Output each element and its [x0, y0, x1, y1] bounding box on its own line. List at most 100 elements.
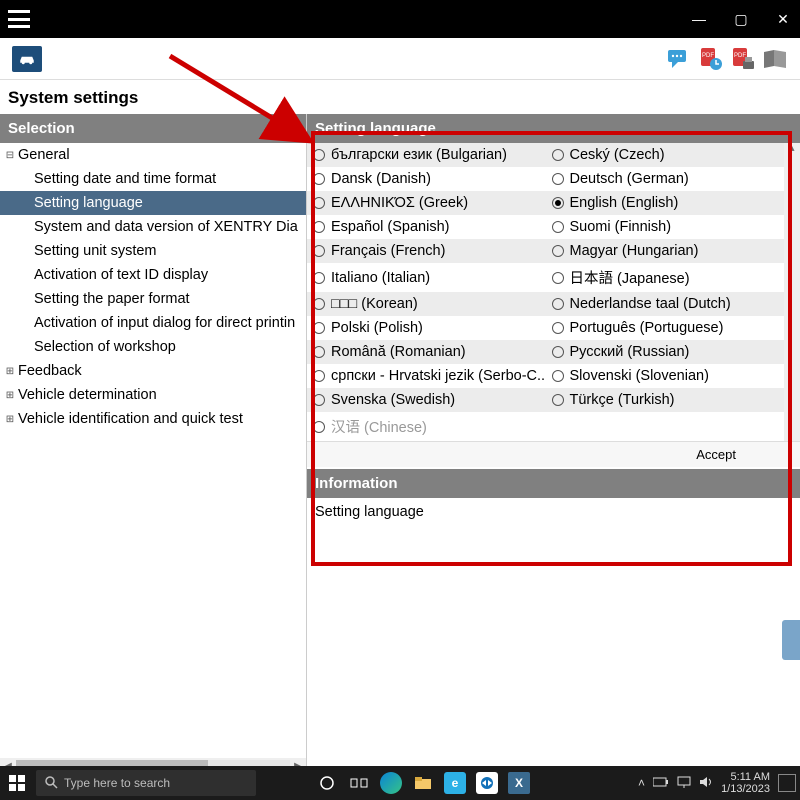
- radio-icon[interactable]: [552, 298, 564, 310]
- file-explorer-icon[interactable]: [412, 772, 434, 794]
- svg-text:PDF: PDF: [734, 53, 746, 59]
- tray-network-icon[interactable]: [677, 776, 691, 791]
- radio-icon[interactable]: [552, 322, 564, 334]
- language-label: Português (Portuguese): [570, 320, 724, 336]
- radio-icon[interactable]: [552, 173, 564, 185]
- car-icon[interactable]: [12, 46, 42, 72]
- vertical-scrollbar[interactable]: ▴: [784, 143, 800, 441]
- accept-button[interactable]: Accept: [688, 445, 744, 464]
- tree-item[interactable]: ⊟General: [0, 143, 306, 167]
- tray-chevron-up-icon[interactable]: ˄: [638, 776, 645, 790]
- tree-item[interactable]: Setting date and time format: [0, 167, 306, 191]
- tree-expander-icon[interactable]: ⊞: [4, 366, 16, 377]
- language-option[interactable]: български език (Bulgarian): [307, 143, 546, 167]
- language-option[interactable]: Italiano (Italian): [307, 263, 546, 292]
- taskbar-search[interactable]: Type here to search: [36, 770, 256, 796]
- language-option[interactable]: Ceský (Czech): [546, 143, 785, 167]
- radio-icon[interactable]: [552, 197, 564, 209]
- tree-expander-icon[interactable]: ⊞: [4, 390, 16, 401]
- tree-expander-icon[interactable]: ⊟: [4, 150, 16, 161]
- language-label: Türkçe (Turkish): [570, 392, 675, 408]
- tree-item[interactable]: Setting unit system: [0, 239, 306, 263]
- tree-item-label: System and data version of XENTRY Dia: [34, 219, 298, 235]
- language-option[interactable]: Português (Portuguese): [546, 316, 785, 340]
- language-option[interactable]: Polski (Polish): [307, 316, 546, 340]
- book-icon[interactable]: [762, 46, 788, 72]
- cortana-icon[interactable]: [316, 772, 338, 794]
- language-option[interactable]: ΕΛΛΗΝΙΚΌΣ (Greek): [307, 191, 546, 215]
- radio-icon[interactable]: [313, 370, 325, 382]
- tree-item[interactable]: Selection of workshop: [0, 335, 306, 359]
- radio-icon[interactable]: [552, 370, 564, 382]
- radio-icon[interactable]: [313, 421, 325, 433]
- language-option[interactable]: Türkçe (Turkish): [546, 388, 785, 412]
- radio-icon[interactable]: [552, 149, 564, 161]
- language-option[interactable]: Nederlandse taal (Dutch): [546, 292, 785, 316]
- language-option[interactable]: Suomi (Finnish): [546, 215, 785, 239]
- radio-icon[interactable]: [313, 197, 325, 209]
- teamviewer-side-tab[interactable]: [782, 620, 800, 660]
- language-option[interactable]: Français (French): [307, 239, 546, 263]
- windows-taskbar: Type here to search e X ˄ 5:11 AM 1/13/2…: [0, 766, 800, 800]
- language-row: Dansk (Danish) Deutsch (German): [307, 167, 784, 191]
- language-option[interactable]: Slovenski (Slovenian): [546, 364, 785, 388]
- tree-item[interactable]: ⊞Vehicle determination: [0, 383, 306, 407]
- tray-volume-icon[interactable]: [699, 776, 713, 791]
- radio-icon[interactable]: [313, 346, 325, 358]
- language-option[interactable]: Română (Romanian): [307, 340, 546, 364]
- tree-item[interactable]: Setting language: [0, 191, 306, 215]
- ie-icon[interactable]: e: [444, 772, 466, 794]
- tree-item[interactable]: Activation of input dialog for direct pr…: [0, 311, 306, 335]
- radio-icon[interactable]: [313, 245, 325, 257]
- maximize-button[interactable]: ▢: [732, 11, 750, 28]
- language-option[interactable]: Deutsch (German): [546, 167, 785, 191]
- radio-icon[interactable]: [313, 149, 325, 161]
- tray-battery-icon[interactable]: [653, 776, 669, 790]
- language-option[interactable]: Русский (Russian): [546, 340, 785, 364]
- tree-expander-icon[interactable]: ⊞: [4, 414, 16, 425]
- radio-icon[interactable]: [313, 394, 325, 406]
- radio-icon[interactable]: [313, 272, 325, 284]
- pdf-clock-icon[interactable]: PDF: [698, 46, 724, 72]
- edge-icon[interactable]: [380, 772, 402, 794]
- radio-icon[interactable]: [552, 346, 564, 358]
- radio-icon[interactable]: [313, 221, 325, 233]
- task-view-icon[interactable]: [348, 772, 370, 794]
- settings-tree[interactable]: ⊟GeneralSetting date and time formatSett…: [0, 143, 306, 758]
- start-button[interactable]: [0, 775, 34, 791]
- language-option[interactable]: Magyar (Hungarian): [546, 239, 785, 263]
- chat-icon[interactable]: [666, 46, 692, 72]
- language-row: 汉语 (Chinese): [307, 412, 784, 441]
- radio-icon[interactable]: [313, 298, 325, 310]
- radio-icon[interactable]: [313, 173, 325, 185]
- language-option[interactable]: српски - Hrvatski jezik (Serbo-C...: [307, 364, 546, 388]
- language-option[interactable]: 日本語 (Japanese): [546, 263, 785, 292]
- pdf-printer-icon[interactable]: PDF: [730, 46, 756, 72]
- taskbar-clock[interactable]: 5:11 AM 1/13/2023: [721, 771, 770, 795]
- language-option[interactable]: Español (Spanish): [307, 215, 546, 239]
- radio-icon[interactable]: [552, 245, 564, 257]
- language-option[interactable]: □□□ (Korean): [307, 292, 546, 316]
- language-option[interactable]: Dansk (Danish): [307, 167, 546, 191]
- language-option[interactable]: English (English): [546, 191, 785, 215]
- tree-item[interactable]: Setting the paper format: [0, 287, 306, 311]
- tree-item[interactable]: ⊞Vehicle identification and quick test: [0, 407, 306, 431]
- tree-item[interactable]: System and data version of XENTRY Dia: [0, 215, 306, 239]
- language-option[interactable]: Svenska (Swedish): [307, 388, 546, 412]
- close-button[interactable]: ✕: [774, 11, 792, 28]
- notification-center-icon[interactable]: [778, 774, 796, 792]
- minimize-button[interactable]: —: [690, 11, 708, 28]
- language-option[interactable]: 汉语 (Chinese): [307, 412, 546, 441]
- teamviewer-icon[interactable]: [476, 772, 498, 794]
- information-body: Setting language: [307, 498, 800, 774]
- language-label: Deutsch (German): [570, 171, 689, 187]
- radio-icon[interactable]: [552, 221, 564, 233]
- tree-item[interactable]: Activation of text ID display: [0, 263, 306, 287]
- xentry-icon[interactable]: X: [508, 772, 530, 794]
- tree-item[interactable]: ⊞Feedback: [0, 359, 306, 383]
- hamburger-menu-icon[interactable]: [8, 10, 30, 28]
- scroll-up-icon[interactable]: ▴: [789, 143, 794, 154]
- radio-icon[interactable]: [313, 322, 325, 334]
- radio-icon[interactable]: [552, 272, 564, 284]
- radio-icon[interactable]: [552, 394, 564, 406]
